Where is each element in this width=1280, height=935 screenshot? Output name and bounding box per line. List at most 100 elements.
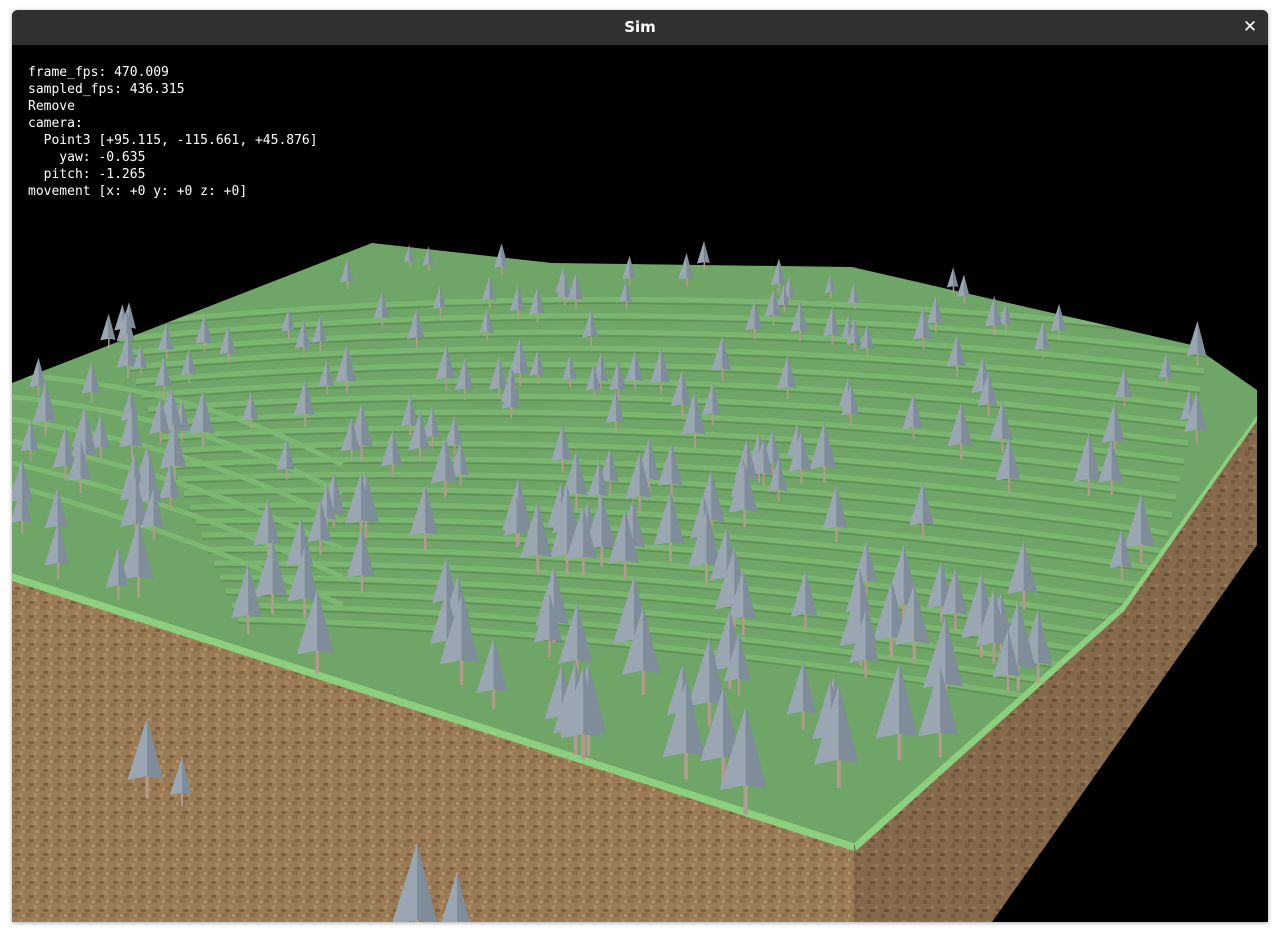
tree-trunk (423, 531, 427, 551)
tree-trunk (227, 351, 230, 363)
tree-trunk (956, 364, 959, 377)
tree-trunk (246, 613, 250, 635)
tree-trunk (326, 384, 328, 395)
tree-trunk (91, 391, 93, 404)
tree-trunk (486, 331, 489, 341)
tree-trunk (954, 611, 957, 630)
tree-trunk (29, 448, 32, 461)
tree-trunk (1006, 673, 1010, 692)
tree-trunk (319, 340, 322, 352)
tree-trunk (145, 774, 149, 799)
tree-trunk (188, 373, 191, 384)
tree-trunk (364, 519, 368, 539)
tree-trunk (836, 758, 841, 788)
tree-trunk (641, 669, 645, 695)
tree-trunk (99, 446, 102, 460)
tree-trunk (952, 285, 955, 294)
tree-trunk (737, 677, 741, 697)
debug-overlay: frame_fps: 470.009 sampled_fps: 436.315 … (28, 64, 318, 200)
tree-trunk (685, 277, 688, 288)
tree-trunk (623, 559, 627, 580)
tree-trunk (159, 430, 162, 445)
tree-trunk (669, 540, 672, 562)
tree-trunk (609, 479, 611, 493)
tree-trunk (864, 658, 867, 679)
tree-trunk (786, 386, 789, 399)
tree-trunk (1005, 323, 1007, 332)
tree-trunk (1042, 347, 1044, 359)
tree-trunk (801, 710, 805, 731)
tree-trunk (21, 519, 24, 534)
tree-trunk (44, 419, 47, 436)
title-bar[interactable]: Sim ✕ (12, 10, 1268, 45)
render-viewport[interactable]: frame_fps: 470.009 sampled_fps: 436.315 … (12, 45, 1268, 922)
tree-trunk (615, 420, 617, 433)
tree-trunk (634, 379, 637, 391)
tree-trunk (415, 336, 418, 349)
tree-trunk (459, 658, 464, 685)
tree-trunk (783, 303, 786, 312)
tree-trunk (304, 412, 307, 427)
tree-trunk (419, 446, 422, 462)
tree-trunk (302, 345, 305, 357)
tree-trunk (137, 575, 141, 598)
tree-trunk (169, 495, 172, 510)
tree-trunk (130, 444, 133, 460)
tree-trunk (536, 312, 539, 323)
tree-trunk (590, 335, 592, 346)
tree-trunk (987, 403, 990, 417)
tree-trunk (897, 732, 902, 761)
tree-trunk (285, 467, 288, 480)
tree-trunk (203, 341, 206, 353)
tree-trunk (625, 300, 628, 309)
tree-trunk (890, 635, 894, 659)
tree-trunk (1058, 329, 1060, 340)
camera-label: camera: (28, 116, 83, 131)
tree-trunk (823, 465, 826, 484)
tree-trunk (488, 298, 491, 308)
tree-trunk (866, 346, 869, 357)
tree-trunk (428, 263, 430, 272)
tree-trunk (992, 641, 996, 664)
tree-trunk (250, 417, 252, 429)
close-icon[interactable]: ✕ (1238, 16, 1262, 40)
tree-trunk (853, 342, 856, 352)
tree-trunk (835, 525, 838, 543)
tree-trunk (360, 443, 363, 461)
tree-trunk (548, 638, 551, 658)
tree-trunk (831, 333, 834, 346)
tree-trunk (704, 562, 708, 585)
tree-trunk (152, 524, 155, 540)
tree-trunk (439, 306, 442, 316)
tree-trunk (1008, 477, 1011, 494)
tree-trunk (960, 442, 963, 460)
tree-trunk (600, 545, 604, 567)
tree-trunk (593, 388, 595, 399)
tree-trunk (788, 296, 791, 305)
tree-trunk (617, 387, 620, 400)
tree-trunk (721, 367, 724, 381)
tree-trunk (629, 277, 631, 287)
tree-trunk (922, 336, 925, 350)
tree-trunk (753, 327, 756, 340)
tree-trunk (581, 732, 586, 760)
tree-trunk (271, 592, 274, 615)
tree-trunk (743, 508, 746, 528)
tree-trunk (408, 260, 411, 268)
tree-trunk (1196, 353, 1199, 367)
tree-trunk (1001, 437, 1004, 453)
tree-trunk (57, 562, 60, 579)
tree-trunk (165, 348, 168, 359)
tree-trunk (772, 314, 775, 326)
tree-trunk (501, 265, 503, 276)
tree-trunk (830, 291, 832, 299)
tree-trunk (431, 435, 434, 448)
tree-trunk (921, 521, 924, 539)
tree-trunk (108, 338, 110, 349)
tree-trunk (564, 296, 566, 306)
tree-trunk (510, 406, 512, 419)
tree-trunk (912, 426, 915, 440)
tree-trunk (453, 443, 456, 456)
tree-trunk (127, 364, 129, 379)
tree-trunk (140, 366, 142, 377)
